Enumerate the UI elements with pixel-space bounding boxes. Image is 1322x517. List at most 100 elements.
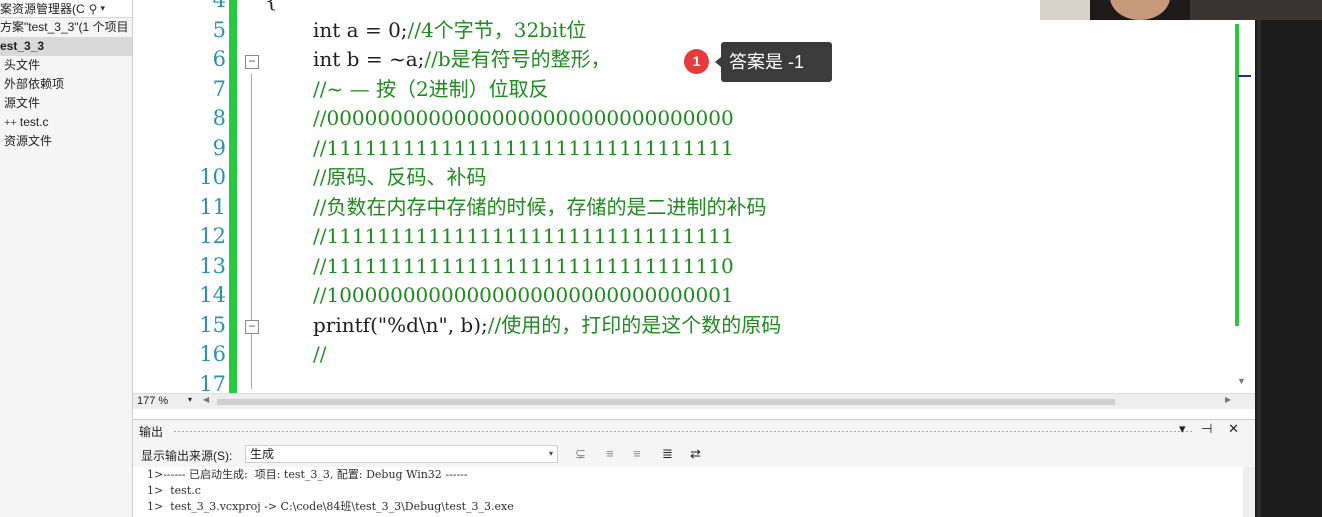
line-number: 8 — [212, 106, 226, 130]
code-line[interactable]: int a = 0;//4个字节，32bit位 — [313, 16, 586, 46]
line-number: 13 — [199, 253, 226, 278]
code-line[interactable]: //负数在内存中存储的时候，存储的是二进制的补码 — [313, 193, 766, 223]
code-comment: //11111111111111111111111111111110 — [313, 253, 734, 278]
code-comment: // — [313, 342, 327, 366]
prev-message-icon[interactable]: ≡ — [606, 446, 614, 461]
line-number: 9 — [212, 135, 226, 160]
annotation-badge: 1 — [684, 49, 709, 74]
panel-drag-handle[interactable] — [173, 430, 1193, 433]
code-comment: //负数在内存中存储的时候，存储的是二进制的补码 — [313, 194, 767, 219]
code-comment: //00000000000000000000000000000000 — [313, 106, 734, 130]
output-source-label: 显示输出来源(S): — [141, 449, 233, 463]
solution-tree-item[interactable]: 资源文件 — [0, 132, 132, 151]
console-line: 1> test_3_3.vcxproj -> C:\code\84班\test_… — [147, 500, 514, 513]
output-source-value: 生成 — [250, 447, 275, 461]
solution-tree-item-label: 头文件 — [4, 58, 41, 72]
solution-tree-item[interactable]: 外部依赖项 — [0, 75, 132, 94]
output-vertical-scrollbar[interactable] — [1243, 467, 1255, 517]
line-number: 5 — [212, 17, 226, 42]
chevron-down-icon[interactable]: ▾ — [100, 3, 105, 14]
line-number: 15 — [199, 312, 226, 337]
line-number: 10 — [199, 165, 226, 189]
zoom-scroll-bar: 177 % ▾ ◀ ▶ — [133, 393, 1255, 409]
code-comment: //原码、反码、补码 — [313, 165, 487, 189]
console-line: 1>------ 已启动生成: 项目: test_3_3, 配置: Debug … — [147, 468, 468, 481]
code-line[interactable]: // — [313, 340, 326, 370]
chevron-down-icon[interactable]: ▾ — [549, 446, 553, 462]
collapse-toggle-icon[interactable]: − — [245, 55, 259, 69]
annotation-tooltip: 答案是 -1 — [715, 42, 832, 82]
solution-tree-item-label: est_3_3 — [0, 39, 45, 53]
find-message-icon[interactable]: ⊊ — [575, 446, 586, 462]
solution-tree-item-label: 资源文件 — [4, 134, 53, 148]
code-comment: //11111111111111111111111111111111 — [313, 224, 734, 248]
code-line[interactable]: //原码、反码、补码 — [313, 163, 486, 193]
code-line[interactable]: //00000000000000000000000000000000 — [313, 104, 734, 134]
code-line[interactable]: //~ — 按（2进制）位取反 — [313, 75, 549, 105]
solution-tree-item[interactable]: 源文件 — [0, 94, 132, 113]
code-text: { — [265, 0, 278, 12]
code-line[interactable]: //11111111111111111111111111111111 — [313, 134, 734, 164]
scrollbar-position-marker — [1238, 75, 1251, 77]
code-line[interactable]: //11111111111111111111111111111111 — [313, 222, 734, 252]
webcam-overlay — [1040, 0, 1322, 20]
line-number: 4 — [212, 0, 226, 12]
clear-all-icon[interactable]: ≣ — [662, 446, 673, 462]
solution-tree-item-label: 源文件 — [4, 96, 41, 110]
console-line: 1> test.c — [147, 484, 201, 497]
line-number: 6 — [212, 47, 226, 71]
next-message-icon[interactable]: ≡ — [633, 446, 641, 461]
solution-explorer-search[interactable]: 案资源管理器(C ⚲ ▾ — [0, 0, 132, 18]
horizontal-scrollbar[interactable] — [217, 399, 1115, 405]
line-number: 12 — [199, 224, 226, 248]
solution-tree-item-label: 外部依赖项 — [4, 77, 65, 91]
outline-fold-line — [251, 74, 252, 389]
dark-background-strip — [1255, 0, 1322, 517]
solution-tree-item[interactable]: ++ test.c — [0, 113, 132, 132]
code-text: printf("%d\n", b); — [313, 312, 488, 337]
solution-tree: 方案"test_3_3"(1 个项目 est_3_3 头文件外部依赖项源文件 ++ te… — [0, 18, 132, 151]
output-console[interactable]: 1>------ 已启动生成: 项目: test_3_3, 配置: Debug … — [133, 467, 1243, 517]
word-wrap-icon[interactable]: ⇄ — [690, 446, 701, 462]
code-comment: //b是有符号的整形， — [424, 47, 611, 71]
solution-tree-item[interactable]: est_3_3 — [0, 37, 132, 56]
output-panel: 输出 ▾ ⊣ ✕ 显示输出来源(S): 生成 ▾ ⊊ ≡ ≡ ≣ ⇄ 1>---… — [133, 419, 1255, 517]
scroll-down-icon[interactable]: ▼ — [1237, 376, 1246, 386]
line-number: 17 — [199, 371, 226, 394]
change-tracking-bar — [229, 0, 237, 393]
line-number: 11 — [199, 194, 226, 219]
code-line[interactable]: printf("%d\n", b);//使用的，打印的是这个数的原码 — [313, 311, 781, 341]
screen-edge — [1257, 18, 1261, 517]
scroll-left-icon[interactable]: ◀ — [203, 395, 209, 404]
zoom-level[interactable]: 177 % — [137, 395, 168, 407]
solution-tree-item-label: 方案"test_3_3"(1 个项目 — [0, 20, 129, 34]
zoom-dropdown-icon[interactable]: ▾ — [188, 395, 192, 404]
line-number: 7 — [212, 76, 226, 101]
output-title: 输出 — [139, 425, 164, 439]
solution-tree-item[interactable]: 头文件 — [0, 56, 132, 75]
code-text: int a = 0; — [313, 17, 408, 42]
line-number: 14 — [199, 283, 226, 307]
solution-tree-item-label: test.c — [19, 115, 49, 129]
code-comment: //4个字节，32bit位 — [407, 17, 587, 42]
code-line[interactable]: { — [265, 0, 278, 16]
code-comment: //使用的，打印的是这个数的原码 — [487, 312, 782, 337]
collapse-toggle-icon[interactable]: − — [245, 320, 259, 334]
scrollbar-change-marker — [1235, 24, 1239, 326]
code-comment: //~ — 按（2进制）位取反 — [313, 76, 549, 101]
solution-tree-item[interactable]: 方案"test_3_3"(1 个项目 — [0, 18, 132, 37]
search-icon[interactable]: ⚲ — [89, 2, 98, 16]
panel-window-controls[interactable]: ▾ ⊣ ✕ — [1179, 421, 1245, 437]
solution-explorer-search-text: 案资源管理器(C — [0, 2, 85, 16]
code-comment: //11111111111111111111111111111111 — [313, 135, 734, 160]
line-number: 16 — [199, 342, 226, 366]
code-line[interactable]: //11111111111111111111111111111110 — [313, 252, 734, 282]
code-line[interactable]: //10000000000000000000000000000001 — [313, 281, 734, 311]
source-file-icon: ++ — [4, 117, 17, 129]
scroll-right-icon[interactable]: ▶ — [1225, 395, 1231, 404]
output-source-select[interactable]: 生成 ▾ — [245, 445, 558, 463]
code-line[interactable]: int b = ~a;//b是有符号的整形， — [313, 45, 611, 75]
code-text: int b = ~a; — [313, 47, 425, 71]
solution-explorer: 案资源管理器(C ⚲ ▾ 方案"test_3_3"(1 个项目 est_3_3 头文… — [0, 0, 133, 517]
code-comment: //10000000000000000000000000000001 — [313, 283, 734, 307]
